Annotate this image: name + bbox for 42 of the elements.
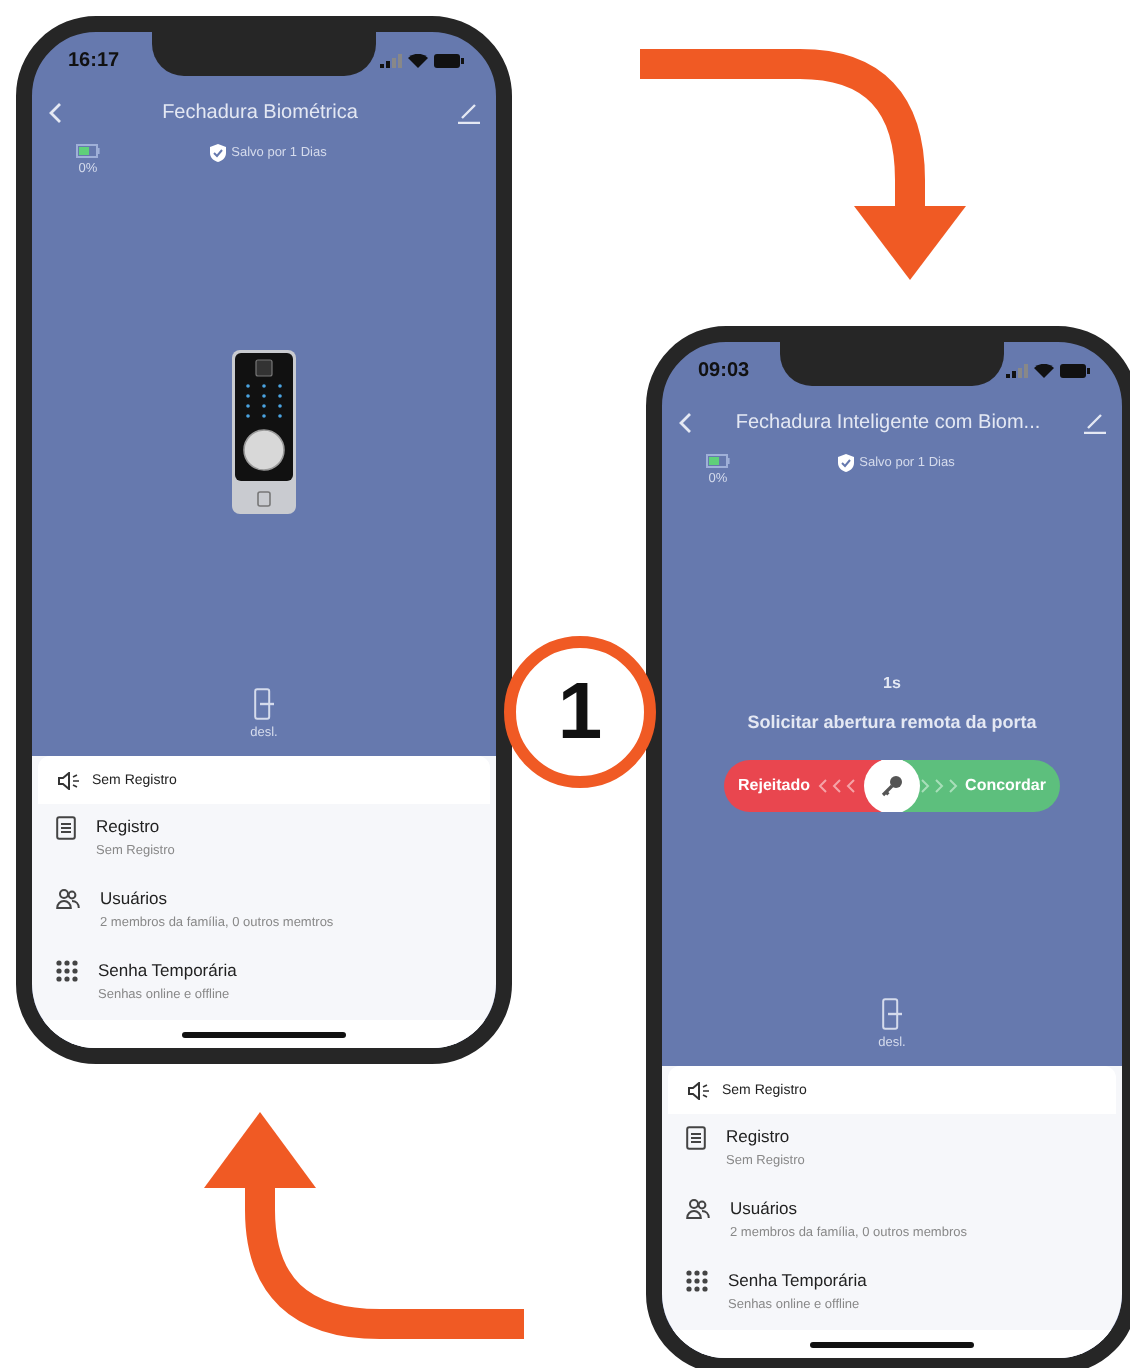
- item-title: Senha Temporária: [728, 1270, 867, 1290]
- item-title: Registro: [96, 816, 162, 836]
- door-unlocked-icon: [882, 998, 902, 1030]
- shield-check-icon: [209, 144, 226, 162]
- document-icon: [686, 1126, 706, 1150]
- users-icon: [686, 1198, 710, 1220]
- back-icon[interactable]: [678, 411, 692, 433]
- item-title: Senha Temporária: [98, 960, 237, 980]
- back-icon[interactable]: [48, 101, 62, 123]
- battery-icon: [706, 454, 730, 468]
- chevrons-left-icon: [816, 777, 861, 793]
- signal-icon: [1006, 363, 1028, 377]
- wifi-icon: [408, 53, 428, 67]
- screen-title: Fechadura Inteligente com Biom...: [735, 411, 1041, 433]
- wifi-icon: [1034, 363, 1054, 377]
- accept-label: Concordar: [965, 776, 1046, 794]
- keypad-icon: [56, 960, 78, 982]
- keypad-icon: [686, 1270, 708, 1292]
- edit-icon[interactable]: [1084, 411, 1106, 433]
- battery-status-icon: [434, 53, 464, 67]
- status-time: 16:17: [68, 49, 120, 71]
- speaker-icon: [58, 771, 80, 789]
- signal-icon: [380, 53, 402, 67]
- key-icon: [880, 773, 904, 797]
- users-icon: [56, 888, 80, 910]
- speaker-icon: [688, 1081, 710, 1099]
- countdown-text: 1s: [883, 673, 901, 691]
- step-number: 1: [504, 636, 656, 788]
- item-title: Usuários: [730, 1198, 800, 1218]
- document-icon: [56, 816, 76, 840]
- battery-status-icon: [1060, 363, 1090, 377]
- item-title: Usuários: [100, 888, 170, 908]
- battery-icon: [76, 144, 100, 158]
- door-unlocked-icon: [254, 688, 274, 720]
- prompt-text: Solicitar abertura remota da porta: [747, 711, 1037, 731]
- edit-icon[interactable]: [457, 101, 480, 123]
- chevrons-right-icon: [915, 777, 960, 793]
- reject-label: Rejeitado: [738, 776, 811, 794]
- status-time: 09:03: [698, 359, 750, 381]
- item-title: Registro: [726, 1126, 792, 1146]
- screen-title: Fechadura Biométrica: [162, 101, 358, 123]
- shield-check-icon: [837, 454, 854, 472]
